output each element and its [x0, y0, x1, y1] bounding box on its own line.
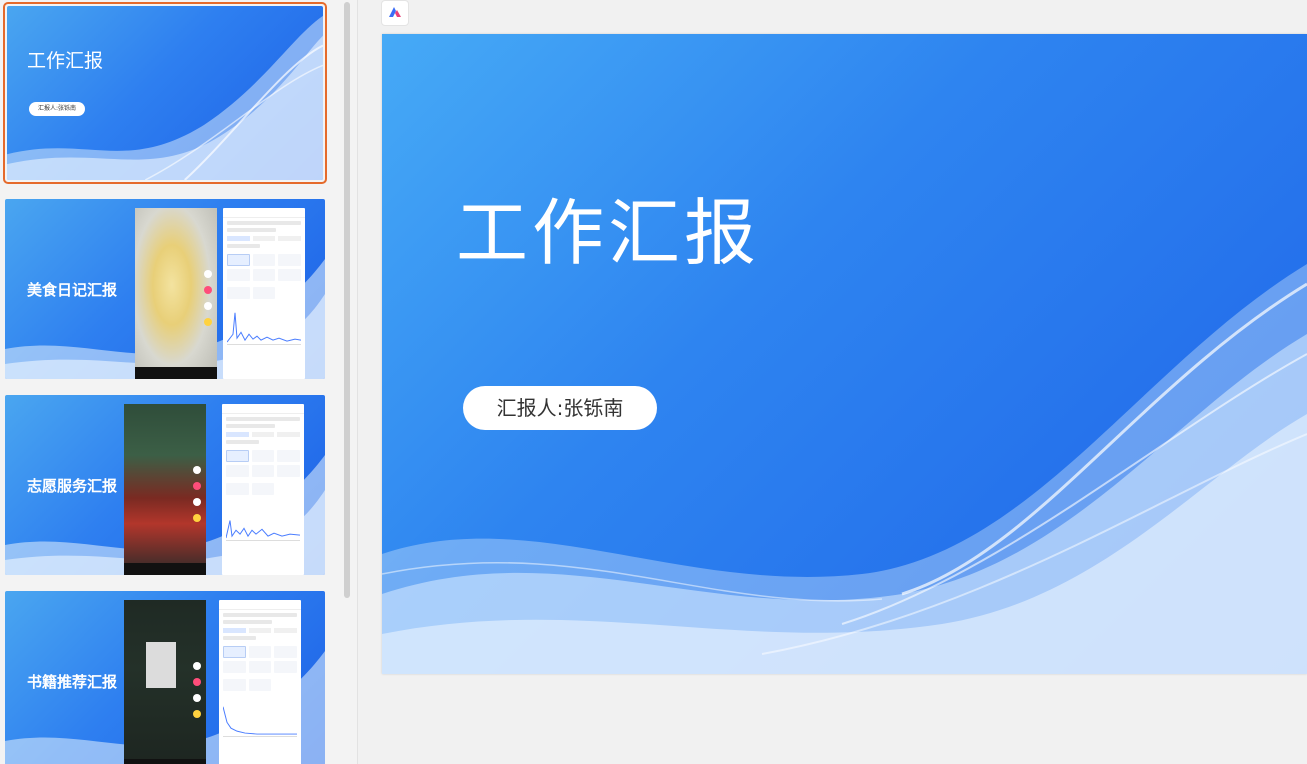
slide-thumbnail-1[interactable]: 工作汇报 汇报人:张铄南 — [3, 2, 327, 184]
slide-thumbnail-panel: 工作汇报 汇报人:张铄南 美食日记汇报 志愿服务汇报 书籍推荐汇报 — [0, 0, 358, 764]
phone-screenshot — [124, 404, 206, 575]
app-logo-button[interactable] — [381, 0, 409, 26]
stats-screenshot — [222, 404, 304, 575]
app-logo-icon — [387, 4, 403, 23]
slide-title[interactable]: 工作汇报 — [456, 174, 760, 279]
phone-screenshot — [124, 600, 206, 764]
presenter-label[interactable]: 汇报人:张铄南 — [463, 386, 657, 430]
thumbnail-scrollbar[interactable] — [344, 2, 350, 598]
slide-thumbnail-2[interactable]: 美食日记汇报 — [5, 199, 325, 379]
slide-thumbnail-4[interactable]: 书籍推荐汇报 — [5, 591, 325, 764]
stats-screenshot — [223, 208, 305, 379]
slide-thumbnail-title: 美食日记汇报 — [27, 281, 118, 299]
slide-background — [7, 6, 323, 180]
slide-thumbnail-title: 志愿服务汇报 — [27, 477, 118, 495]
slide-thumbnail-3[interactable]: 志愿服务汇报 — [5, 395, 325, 575]
slide-thumbnail-title: 工作汇报 — [27, 50, 104, 72]
main-slide-canvas[interactable]: 工作汇报 汇报人:张铄南 — [382, 34, 1307, 674]
slide-thumbnail-title: 书籍推荐汇报 — [27, 673, 118, 691]
stats-screenshot — [219, 600, 301, 764]
slide-background — [382, 34, 1307, 674]
slide-thumbnail-presenter: 汇报人:张铄南 — [29, 102, 85, 116]
phone-screenshot — [135, 208, 217, 379]
